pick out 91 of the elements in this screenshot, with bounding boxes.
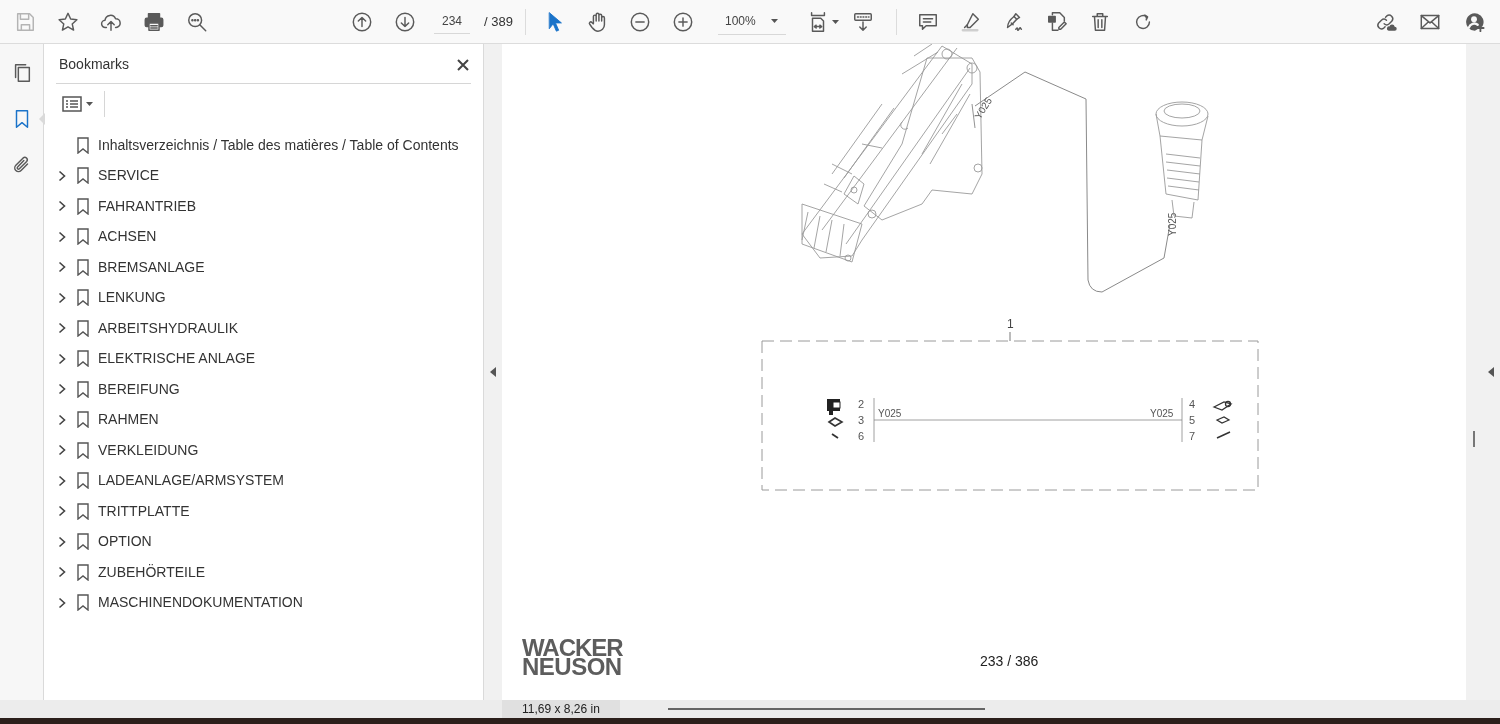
edit-document-icon[interactable] <box>1045 10 1068 33</box>
highlighter-icon[interactable] <box>959 10 982 33</box>
expand-chevron-icon[interactable] <box>57 535 67 548</box>
expand-chevron-icon[interactable] <box>57 200 67 213</box>
clip-icon <box>831 433 839 439</box>
scrollbar-thumb[interactable] <box>1473 431 1475 447</box>
bookmark-label[interactable]: SERVICE <box>98 165 160 187</box>
company-logo: NEUSON <box>522 657 622 677</box>
gasket-icon <box>827 417 844 427</box>
bookmark-label[interactable]: OPTION <box>98 531 152 553</box>
terminal-icon <box>1215 416 1231 424</box>
bookmark-icon <box>77 441 89 459</box>
item-number: 4 <box>1189 398 1196 410</box>
expand-chevron-icon[interactable] <box>57 596 67 609</box>
bookmark-label[interactable]: BEREIFUNG <box>98 378 180 400</box>
expand-chevron-icon[interactable] <box>57 230 67 243</box>
expand-panel-icon[interactable] <box>1487 367 1495 377</box>
page-count-text: / 389 <box>484 12 514 31</box>
expand-chevron-icon[interactable] <box>57 352 67 365</box>
page-size-text: 11,69 x 8,26 in <box>522 701 600 718</box>
expand-chevron-icon[interactable] <box>57 474 67 487</box>
expand-chevron-icon[interactable] <box>57 383 67 396</box>
bookmark-icon <box>77 319 89 337</box>
cable-label: Y025 <box>1167 212 1178 236</box>
expand-chevron-icon[interactable] <box>57 261 67 274</box>
bookmark-label[interactable]: ZUBEHÖRTEILE <box>98 561 206 583</box>
expand-chevron-icon[interactable] <box>57 566 67 579</box>
bookmark-icon <box>77 380 89 398</box>
scroll-mode-icon[interactable] <box>851 10 874 33</box>
bookmark-icon <box>77 228 89 246</box>
bookmark-label[interactable]: ARBEITSHYDRAULIK <box>98 317 239 339</box>
bookmark-icon <box>77 167 89 185</box>
zoom-out-icon[interactable] <box>629 10 651 33</box>
zoom-field[interactable]: 100% <box>718 8 786 35</box>
bookmark-label[interactable]: BREMSANLAGE <box>98 256 205 278</box>
horizontal-scrollbar[interactable] <box>668 708 985 710</box>
expand-chevron-icon[interactable] <box>57 505 67 518</box>
expand-chevron-icon[interactable] <box>57 444 67 457</box>
previous-page-icon[interactable] <box>350 10 373 33</box>
bookmark-label[interactable]: LADEANLAGE/ARMSYSTEM <box>98 470 284 492</box>
bookmark-label[interactable]: Inhaltsverzeichnis / Table des matières / Table of Contents <box>98 134 459 156</box>
star-icon[interactable] <box>56 10 79 33</box>
connector-icon <box>1212 400 1233 411</box>
item-number: 3 <box>858 414 865 426</box>
expand-chevron-icon[interactable] <box>57 413 67 426</box>
bookmark-icon <box>77 136 89 154</box>
bookmark-icon <box>77 197 89 215</box>
bookmark-label[interactable]: TRITTPLATTE <box>98 500 190 522</box>
item-number: 7 <box>1189 430 1196 442</box>
company-logo: WACKER <box>522 638 623 657</box>
solenoid-icon <box>827 399 841 415</box>
bookmark-label[interactable]: VERKLEIDUNG <box>98 439 199 461</box>
panel-title: Bookmarks <box>59 55 130 74</box>
bookmark-label[interactable]: RAHMEN <box>98 409 159 431</box>
bookmark-icon <box>77 472 89 490</box>
bookmark-icon <box>77 533 89 551</box>
bookmark-icon <box>77 289 89 307</box>
pin-icon <box>1216 431 1231 439</box>
zoom-search-icon[interactable] <box>185 10 208 33</box>
expand-chevron-icon[interactable] <box>57 291 67 304</box>
add-user-icon[interactable] <box>1463 10 1485 33</box>
item-number: 2 <box>858 398 865 410</box>
expand-chevron-icon[interactable] <box>57 322 67 335</box>
bookmark-icon <box>77 350 89 368</box>
item-number: 6 <box>858 430 865 442</box>
bookmark-icon <box>77 502 89 520</box>
bookmark-label[interactable]: ELEKTRISCHE ANLAGE <box>98 348 256 370</box>
print-icon[interactable] <box>142 10 165 33</box>
item-number: 5 <box>1189 414 1196 426</box>
expand-chevron-icon[interactable] <box>57 169 67 182</box>
bookmark-label[interactable]: FAHRANTRIEB <box>98 195 196 217</box>
caret-icon <box>86 102 93 106</box>
wire-label: Y025 <box>878 408 902 419</box>
bookmark-label[interactable]: MASCHINENDOKUMENTATION <box>98 592 303 614</box>
bookmark-icon <box>77 594 89 612</box>
next-page-icon[interactable] <box>393 10 416 33</box>
bookmark-label[interactable]: ACHSEN <box>98 226 157 248</box>
close-icon[interactable] <box>457 58 469 71</box>
page-label: 233 / 386 <box>980 653 1039 669</box>
collapse-panel-icon[interactable] <box>489 367 497 377</box>
bookmark-icon <box>77 258 89 276</box>
caret-icon[interactable] <box>832 19 839 24</box>
bookmark-icon <box>77 411 89 429</box>
bookmark-icon <box>77 563 89 581</box>
wire-label: Y025 <box>1150 408 1174 419</box>
zoom-in-icon[interactable] <box>672 10 694 33</box>
page-number-field[interactable]: 234 <box>434 9 470 34</box>
bookmark-label[interactable]: LENKUNG <box>98 287 166 309</box>
callout-number: 1 <box>1007 317 1014 331</box>
list-options-icon <box>62 96 82 112</box>
caret-icon[interactable] <box>771 19 778 23</box>
